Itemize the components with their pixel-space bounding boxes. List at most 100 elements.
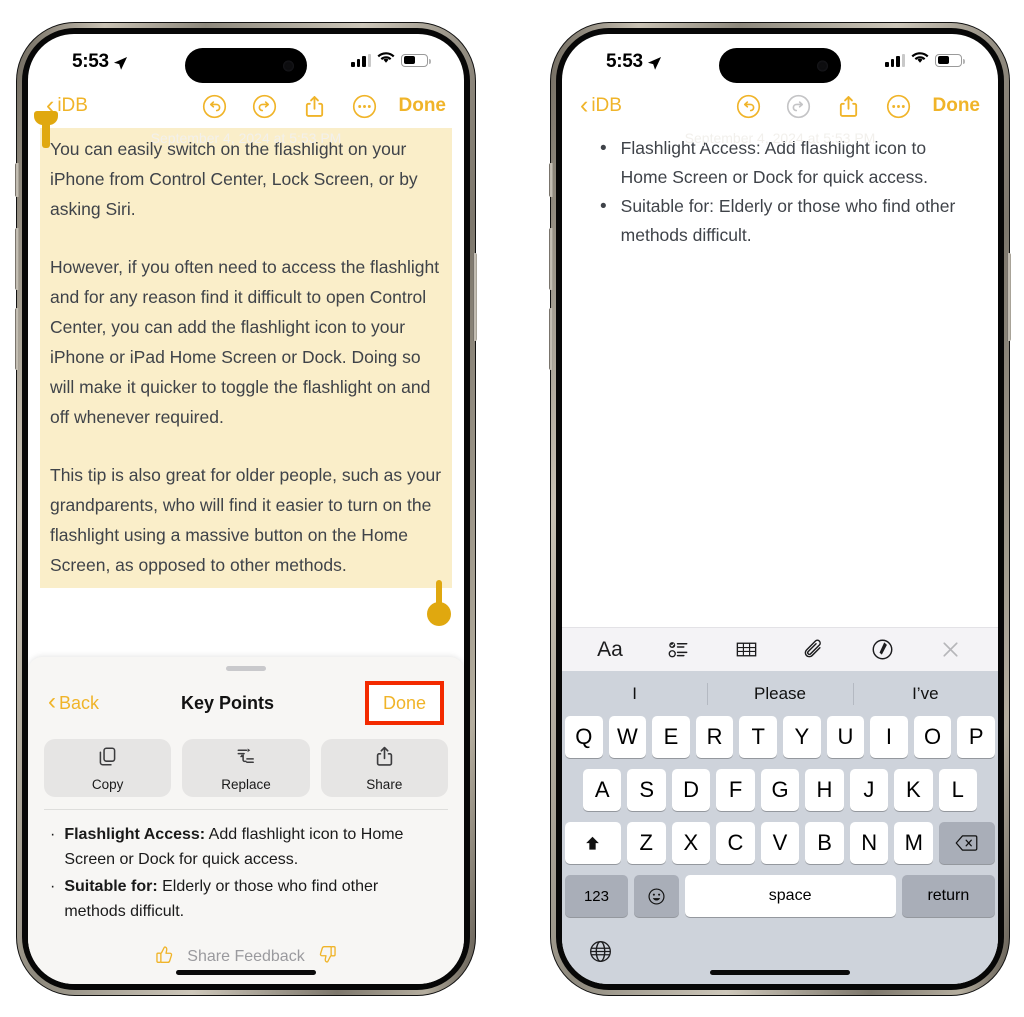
key-o[interactable]: O [913,716,952,758]
emoji-smiley-icon[interactable] [633,875,679,917]
volume-up-button[interactable] [15,228,19,290]
shift-key[interactable] [565,822,621,864]
redo-icon[interactable] [252,94,277,119]
list-item-bold: Suitable for: [64,878,158,895]
list-item: · Flashlight Access: Add flashlight icon… [50,822,444,872]
keyboard-row-3: Z X C V B N M [562,822,998,864]
table-icon[interactable] [732,636,760,664]
key-k[interactable]: K [894,769,933,811]
home-indicator-wrap-left [28,970,464,975]
action-button[interactable] [549,163,553,197]
keyboard-row-2: A S D F G H J K L [562,769,998,811]
key-v[interactable]: V [760,822,800,864]
predictive-text-bar: I Please I’ve [562,671,998,716]
format-aa-icon[interactable]: Aa [596,636,624,664]
dynamic-island [185,48,307,83]
selection-handle-start[interactable] [34,111,58,148]
ellipsis-circle-icon[interactable] [886,94,911,119]
key-m[interactable]: M [894,822,934,864]
checklist-icon[interactable] [664,636,692,664]
done-button-toolbar[interactable]: Done [399,95,447,117]
screen-right: 5:53 ‹ iDB Done September 4, 2024 at 5:5… [562,34,998,984]
replace-button[interactable]: Replace [182,739,310,797]
key-q[interactable]: Q [565,716,603,758]
wifi-icon [911,51,929,69]
undo-icon[interactable] [736,94,761,119]
key-g[interactable]: G [760,769,800,811]
key-y[interactable]: Y [783,716,821,758]
key-e[interactable]: E [652,716,690,758]
status-bar-time: 5:53 [72,51,109,72]
thumbs-up-icon[interactable] [154,944,175,970]
home-indicator[interactable] [176,970,316,975]
volume-down-button[interactable] [549,308,553,370]
volume-up-button[interactable] [549,228,553,290]
key-p[interactable]: P [957,716,995,758]
delete-backward-icon[interactable] [939,822,995,864]
volume-down-button[interactable] [15,308,19,370]
attachment-paperclip-icon[interactable] [800,636,828,664]
note-body-right[interactable]: • Flashlight Access: Add flashlight icon… [562,128,998,250]
notes-format-toolbar: Aa [562,627,998,671]
done-button-toolbar[interactable]: Done [933,95,981,117]
key-s[interactable]: S [627,769,666,811]
key-u[interactable]: U [826,716,865,758]
markup-pen-icon[interactable] [868,636,896,664]
key-x[interactable]: X [671,822,711,864]
share-button[interactable]: Share [320,739,448,797]
key-b[interactable]: B [805,822,844,864]
key-l[interactable]: L [938,769,977,811]
undo-icon[interactable] [202,94,227,119]
prediction-3[interactable]: I’ve [853,684,998,704]
list-item-text: Suitable for: Elderly or those who find … [620,196,956,245]
key-points-sheet: ‹ Back Key Points Done Copy Replace Shar… [28,657,464,984]
home-indicator[interactable] [710,970,850,975]
sheet-back-label: Back [59,692,100,713]
key-c[interactable]: C [716,822,755,864]
copy-icon [96,745,119,773]
thumbs-down-icon[interactable] [317,944,338,970]
key-z[interactable]: Z [626,822,666,864]
prediction-1[interactable]: I [562,684,707,704]
back-to-idb-button[interactable]: ‹ iDB [580,92,622,118]
selection-handle-end[interactable] [427,580,451,626]
action-button[interactable] [15,163,19,197]
key-n[interactable]: N [849,822,889,864]
key-d[interactable]: D [671,769,711,811]
status-bar-indicators [885,51,965,69]
globe-icon[interactable] [588,939,613,969]
sheet-done-button[interactable]: Done [364,681,444,725]
space-key[interactable]: space [684,875,896,917]
power-button[interactable] [1007,253,1011,341]
note-paragraph-2: However, if you often need to access the… [50,257,440,427]
iphone-device-left: 5:53 ‹ iDB Done September 4, 2024 at 5:5… [15,23,477,995]
wifi-icon [377,51,395,69]
numbers-key[interactable]: 123 [565,875,628,917]
key-r[interactable]: R [695,716,734,758]
key-w[interactable]: W [608,716,647,758]
key-i[interactable]: I [870,716,908,758]
list-item-text: Flashlight Access: Add flashlight icon t… [620,138,928,187]
cellular-signal-icon [885,53,905,67]
key-f[interactable]: F [716,769,755,811]
notes-toolbar-left: ‹ iDB Done [28,84,464,128]
copy-label: Copy [91,776,124,792]
key-t[interactable]: T [739,716,777,758]
key-j[interactable]: J [849,769,889,811]
prediction-2[interactable]: Please [707,684,852,704]
share-icon[interactable] [836,94,861,119]
note-body-left[interactable]: You can easily switch on the flashlight … [28,111,464,626]
close-x-icon[interactable] [936,636,964,664]
ellipsis-circle-icon[interactable] [352,94,377,119]
key-a[interactable]: A [583,769,622,811]
sheet-back-button[interactable]: ‹ Back [48,690,100,714]
list-item: · Suitable for: Elderly or those who fin… [50,874,444,924]
copy-button[interactable]: Copy [44,739,172,797]
bullet-icon: • [600,196,607,217]
share-icon[interactable] [302,94,327,119]
return-key[interactable]: return [901,875,996,917]
software-keyboard: I Please I’ve Q W E R T Y U I O P A S D … [562,671,998,984]
power-button[interactable] [473,253,477,341]
share-feedback-label[interactable]: Share Feedback [187,948,304,966]
key-h[interactable]: H [805,769,844,811]
